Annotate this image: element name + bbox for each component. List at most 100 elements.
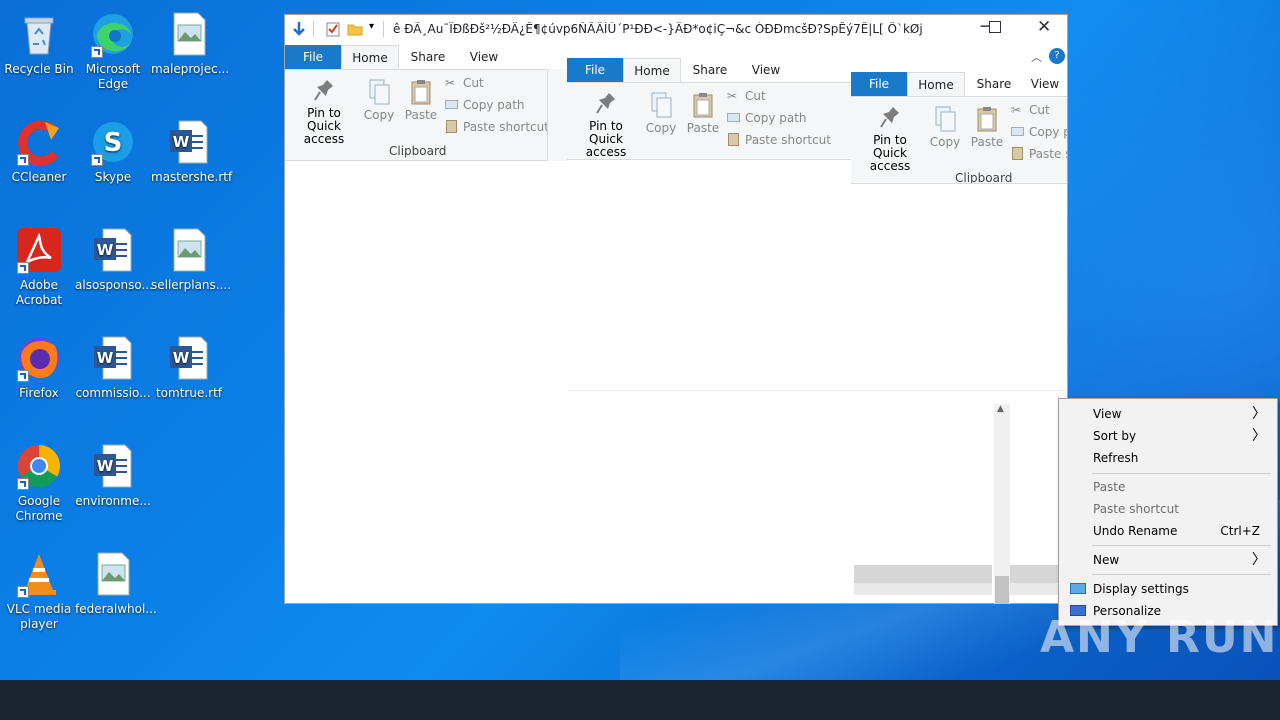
- paste-button[interactable]: Paste: [685, 91, 721, 135]
- desktop-icon-environme[interactable]: W environme...: [75, 442, 151, 509]
- menu-item-label: Display settings: [1093, 582, 1189, 596]
- copy-label: Copy: [645, 121, 677, 135]
- svg-text:W: W: [173, 349, 190, 367]
- pin-to-quick-access-button[interactable]: Pin to Quick access: [573, 91, 639, 159]
- copy-path-button[interactable]: Copy pa: [1011, 123, 1067, 141]
- paste-button[interactable]: Paste: [969, 105, 1005, 149]
- paste-shortcut-button[interactable]: Paste sh: [1011, 145, 1067, 163]
- paste-shortcut-icon: [728, 133, 739, 146]
- copy-icon: [935, 106, 956, 132]
- ribbon-home: Pin to Quick access Copy Paste ✂ Cut Copy…: [567, 82, 851, 160]
- tab-view[interactable]: View: [1023, 72, 1067, 96]
- pin-to-quick-access-button[interactable]: Pin to Quick access: [291, 78, 357, 146]
- divider: [313, 21, 314, 37]
- desktop-icon-label: Adobe Acrobat: [15, 278, 63, 307]
- ribbon-tabs: File Home Share View: [567, 58, 851, 82]
- vertical-scrollbar[interactable]: ▲: [994, 404, 1010, 604]
- paste-shortcut-icon: [446, 120, 457, 133]
- copy-path-icon: [1011, 127, 1024, 136]
- desktop-icon-commissio[interactable]: W commissio...: [75, 334, 151, 401]
- desktop-icon-firefox[interactable]: Firefox: [1, 334, 77, 401]
- menu-item-display-settings[interactable]: Display settings: [1060, 578, 1276, 600]
- pin-to-quick-access-button[interactable]: Pin to Quick access: [857, 105, 923, 173]
- svg-text:W: W: [97, 241, 114, 259]
- desktop-icon-alsosponso[interactable]: W alsosponso...: [75, 226, 153, 293]
- cut-button[interactable]: ✂ Cut: [1011, 101, 1050, 119]
- properties-icon[interactable]: [325, 21, 341, 40]
- tab-share[interactable]: Share: [681, 58, 739, 82]
- desktop-icon-microsoft-edge[interactable]: Microsoft Edge: [75, 10, 151, 92]
- desktop-icon-label: mastershe.rtf: [151, 170, 233, 184]
- desktop-icon-recycle-bin[interactable]: Recycle Bin: [1, 10, 77, 77]
- desktop-icon-federalwhol[interactable]: federalwhol...: [75, 550, 157, 617]
- ghost-ribbon-3: File Home Share View Pin to Quick access…: [851, 72, 1067, 184]
- tab-file[interactable]: File: [285, 45, 341, 69]
- chrome-icon: [15, 442, 63, 490]
- close-icon[interactable]: ✕: [1037, 17, 1051, 37]
- tab-file[interactable]: File: [851, 72, 907, 96]
- tab-home[interactable]: Home: [623, 58, 681, 82]
- tab-file[interactable]: File: [567, 58, 623, 82]
- menu-item-undo-rename[interactable]: Undo Rename Ctrl+Z: [1060, 520, 1276, 542]
- cut-button[interactable]: ✂ Cut: [727, 87, 766, 105]
- copy-label: Copy: [929, 135, 961, 149]
- copy-button[interactable]: Copy: [643, 91, 679, 135]
- maximize-icon[interactable]: [989, 21, 1001, 33]
- desktop-icon-mastershe[interactable]: W mastershe.rtf: [151, 118, 233, 185]
- paste-shortcut-button[interactable]: Paste shortcut: [727, 131, 831, 149]
- desktop-icon-ccleaner[interactable]: CCleaner: [1, 118, 77, 185]
- desktop-icon-label: federalwhol...: [75, 602, 157, 616]
- desktop-icon-tomtrue[interactable]: W tomtrue.rtf: [151, 334, 227, 401]
- tab-home[interactable]: Home: [341, 45, 399, 69]
- desktop-icon-sellerplans[interactable]: sellerplans....: [151, 226, 231, 293]
- tab-view[interactable]: View: [457, 45, 511, 69]
- cut-label: Cut: [463, 76, 484, 90]
- menu-item-view[interactable]: View 〉: [1060, 403, 1276, 425]
- menu-item-refresh[interactable]: Refresh: [1060, 447, 1276, 469]
- collapse-ribbon-icon[interactable]: ︿: [1031, 49, 1042, 65]
- desktop-icon-label: maleprojec...: [151, 62, 230, 76]
- copy-path-icon: [727, 113, 740, 122]
- paste-label: Paste: [404, 108, 438, 122]
- desktop-icon-label: VLC media player: [6, 602, 72, 631]
- menu-item-new[interactable]: New 〉: [1060, 549, 1276, 571]
- copy-button[interactable]: Copy: [927, 105, 963, 149]
- customize-toolbar-icon[interactable]: ▾: [369, 21, 374, 32]
- paste-button[interactable]: Paste: [403, 78, 439, 122]
- tab-share[interactable]: Share: [965, 72, 1023, 96]
- window-title: ê ÐÃ¸Au¯ÏÐßÐš²½ÐÄ¿Ê¶¢úvp6ÑÂÄÌÛ´P¹ÐÐ<-}ÄÐ…: [393, 22, 923, 36]
- menu-item-sort-by[interactable]: Sort by 〉: [1060, 425, 1276, 447]
- menu-item-paste-shortcut[interactable]: Paste shortcut: [1060, 498, 1276, 520]
- edge-icon: [89, 10, 137, 58]
- paste-shortcut-label: Paste shortcut: [745, 133, 831, 147]
- scrollbar-thumb[interactable]: [995, 576, 1009, 604]
- image-file-icon: [89, 550, 137, 598]
- help-icon[interactable]: ?: [1049, 48, 1065, 64]
- firefox-icon: [15, 334, 63, 382]
- pin-label: Pin to Quick access: [585, 119, 627, 159]
- copy-path-button[interactable]: Copy path: [727, 109, 807, 127]
- tab-home[interactable]: Home: [907, 72, 965, 96]
- menu-separator: [1092, 574, 1271, 575]
- new-folder-icon[interactable]: [347, 21, 363, 40]
- tab-view[interactable]: View: [739, 58, 793, 82]
- menu-item-paste[interactable]: Paste: [1060, 476, 1276, 498]
- desktop-icon-google-chrome[interactable]: Google Chrome: [1, 442, 77, 524]
- paste-shortcut-button[interactable]: Paste shortcut: [445, 118, 549, 136]
- scroll-up-icon[interactable]: ▲: [997, 404, 1004, 414]
- desktop-icon-adobe-acrobat[interactable]: Adobe Acrobat: [1, 226, 77, 308]
- copy-button[interactable]: Copy: [361, 78, 397, 122]
- taskbar: [0, 680, 1280, 720]
- paste-label: Paste: [686, 121, 720, 135]
- word-document-icon: W: [89, 226, 137, 274]
- copy-path-button[interactable]: Copy path: [445, 96, 525, 114]
- desktop-icon-maleprojec[interactable]: maleprojec...: [151, 10, 230, 77]
- skype-icon: S: [89, 118, 137, 166]
- quick-access-down-icon[interactable]: [291, 21, 307, 40]
- word-document-icon: W: [165, 118, 213, 166]
- cut-label: Cut: [1029, 103, 1050, 117]
- cut-button[interactable]: ✂ Cut: [445, 74, 484, 92]
- desktop-icon-skype[interactable]: S Skype: [75, 118, 151, 185]
- desktop-icon-vlc-media-player[interactable]: VLC media player: [1, 550, 77, 632]
- tab-share[interactable]: Share: [399, 45, 457, 69]
